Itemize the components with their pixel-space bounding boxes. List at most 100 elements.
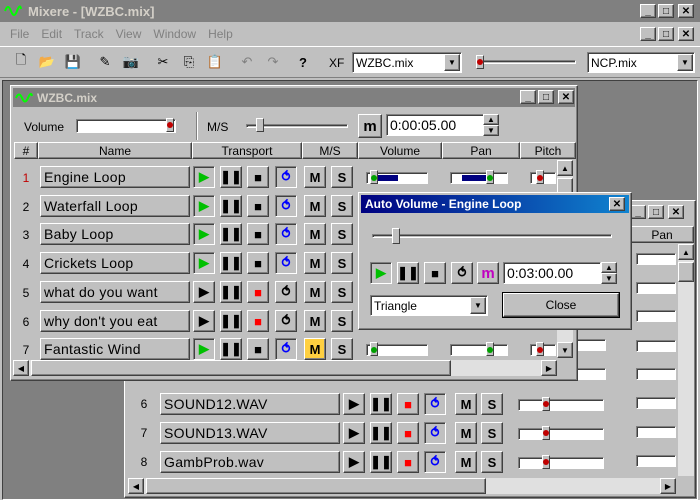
- mix-maximize-button[interactable]: □: [538, 90, 554, 104]
- solo-button[interactable]: S: [331, 338, 353, 360]
- track-name[interactable]: GambProb.wav: [160, 451, 340, 473]
- mute-button[interactable]: M: [304, 195, 326, 217]
- back-minimize-button[interactable]: _: [630, 205, 646, 219]
- scroll-right-icon[interactable]: ▶: [541, 360, 557, 376]
- play-icon[interactable]: ▶: [193, 223, 215, 245]
- master-volume-slider[interactable]: [76, 115, 180, 137]
- master-ms-slider[interactable]: [244, 115, 352, 137]
- auto-volume-speed-slider[interactable]: [370, 224, 616, 248]
- menu-view[interactable]: View: [110, 27, 148, 41]
- new-file-icon[interactable]: 🗋: [10, 51, 32, 73]
- back-maximize-button[interactable]: □: [648, 205, 664, 219]
- pause-icon[interactable]: ❚❚: [370, 422, 392, 444]
- wand-icon[interactable]: ✎: [94, 51, 116, 73]
- stop-icon[interactable]: ■: [247, 195, 269, 217]
- mix-minimize-button[interactable]: _: [520, 90, 536, 104]
- menu-track[interactable]: Track: [68, 27, 110, 41]
- spin-down-icon[interactable]: ▼: [483, 125, 499, 136]
- av-time-spinner[interactable]: ▲ ▼: [601, 262, 617, 284]
- stop-icon[interactable]: ■: [247, 166, 269, 188]
- solo-button[interactable]: S: [331, 252, 353, 274]
- app-maximize-button[interactable]: □: [658, 4, 674, 18]
- play-icon[interactable]: ▶: [343, 422, 365, 444]
- scroll-down-icon[interactable]: ▼: [557, 342, 573, 358]
- stop-icon[interactable]: ■: [397, 393, 419, 415]
- col-header-pan[interactable]: Pan: [442, 142, 520, 159]
- scroll-right-icon[interactable]: ▶: [660, 478, 676, 494]
- camera-icon[interactable]: 📷: [120, 51, 142, 73]
- doc-minimize-button[interactable]: _: [640, 27, 656, 41]
- scroll-up-icon[interactable]: ▲: [678, 244, 694, 260]
- chevron-down-icon[interactable]: ▼: [444, 54, 460, 71]
- pause-icon[interactable]: ❚❚: [370, 393, 392, 415]
- play-icon[interactable]: ▶: [193, 166, 215, 188]
- mute-button[interactable]: M: [455, 422, 477, 444]
- pause-icon[interactable]: ❚❚: [220, 338, 242, 360]
- app-close-button[interactable]: ✕: [678, 4, 694, 18]
- doc-close-button[interactable]: ✕: [678, 27, 694, 41]
- track-volume-slider[interactable]: [366, 170, 436, 186]
- track-name[interactable]: why don't you eat: [40, 310, 190, 332]
- ncp-combo[interactable]: NCP.mix ▼: [587, 52, 695, 73]
- spin-up-icon[interactable]: ▲: [483, 114, 499, 125]
- back-pan-header[interactable]: Pan: [630, 226, 694, 243]
- open-folder-icon[interactable]: 📂: [36, 51, 58, 73]
- loop-icon[interactable]: ⥀: [275, 223, 297, 245]
- mute-button[interactable]: M: [455, 451, 477, 473]
- spin-down-icon[interactable]: ▼: [601, 273, 617, 284]
- av-pause-icon[interactable]: ❚❚: [397, 262, 419, 284]
- track-name[interactable]: what do you want: [40, 281, 190, 303]
- av-m-button[interactable]: m: [477, 262, 499, 284]
- track-name[interactable]: Engine Loop: [40, 166, 190, 188]
- solo-button[interactable]: S: [331, 281, 353, 303]
- mix-close-button[interactable]: ✕: [558, 90, 574, 104]
- track-volume-slider[interactable]: [366, 342, 436, 358]
- crossfade-slider[interactable]: [472, 52, 578, 72]
- master-m-button[interactable]: m: [358, 114, 382, 138]
- track-pan-slider[interactable]: [450, 342, 512, 358]
- app-minimize-button[interactable]: _: [640, 4, 656, 18]
- play-icon[interactable]: ▶: [193, 252, 215, 274]
- loop-icon[interactable]: ⥀: [275, 166, 297, 188]
- stop-icon[interactable]: ■: [247, 338, 269, 360]
- pause-icon[interactable]: ❚❚: [220, 195, 242, 217]
- save-icon[interactable]: 💾: [62, 51, 84, 73]
- track-pan-slider[interactable]: [450, 170, 512, 186]
- spin-up-icon[interactable]: ▲: [601, 262, 617, 273]
- chevron-down-icon[interactable]: ▼: [470, 297, 486, 314]
- menu-window[interactable]: Window: [147, 27, 202, 41]
- track-name[interactable]: SOUND12.WAV: [160, 393, 340, 415]
- mix-combo[interactable]: WZBC.mix ▼: [352, 52, 462, 73]
- av-waveform-combo[interactable]: Triangle ▼: [370, 295, 488, 316]
- av-play-icon[interactable]: ▶: [370, 262, 392, 284]
- track-name[interactable]: Baby Loop: [40, 223, 190, 245]
- play-icon[interactable]: ▶: [193, 195, 215, 217]
- col-header-num[interactable]: #: [14, 142, 38, 159]
- col-header-ms[interactable]: M/S: [302, 142, 358, 159]
- pause-icon[interactable]: ❚❚: [220, 310, 242, 332]
- cut-icon[interactable]: ✂: [152, 51, 174, 73]
- menu-edit[interactable]: Edit: [35, 27, 68, 41]
- scroll-left-icon[interactable]: ◀: [128, 478, 144, 494]
- mute-button[interactable]: M: [304, 310, 326, 332]
- scroll-up-icon[interactable]: ▲: [557, 160, 573, 176]
- solo-button[interactable]: S: [331, 310, 353, 332]
- volume-slider[interactable]: [518, 426, 604, 440]
- pause-icon[interactable]: ❚❚: [220, 166, 242, 188]
- master-time-field[interactable]: 0:00:05.00: [386, 114, 484, 136]
- paste-icon[interactable]: 📋: [204, 51, 226, 73]
- av-stop-icon[interactable]: ■: [424, 262, 446, 284]
- play-icon[interactable]: ▶: [193, 310, 215, 332]
- av-time-field[interactable]: 0:03:00.00: [503, 262, 601, 284]
- mute-button[interactable]: M: [304, 223, 326, 245]
- col-header-transport[interactable]: Transport: [192, 142, 302, 159]
- back-hscroll[interactable]: ◀ ▶: [128, 478, 676, 494]
- auto-volume-close-icon[interactable]: ✕: [609, 197, 625, 211]
- loop-icon[interactable]: ⥀: [275, 281, 297, 303]
- pause-icon[interactable]: ❚❚: [220, 252, 242, 274]
- back-close-button[interactable]: ✕: [668, 205, 684, 219]
- loop-icon[interactable]: ⥀: [424, 422, 446, 444]
- redo-icon[interactable]: ↷: [262, 51, 284, 73]
- solo-button[interactable]: S: [481, 393, 503, 415]
- track-name[interactable]: SOUND13.WAV: [160, 422, 340, 444]
